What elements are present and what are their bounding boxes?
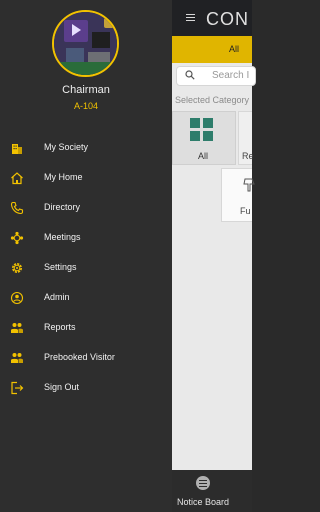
notice-board-label: Notice Board bbox=[177, 497, 230, 507]
search-placeholder: Search I bbox=[212, 70, 250, 81]
category-card-label: Re bbox=[242, 151, 254, 161]
furniture-icon bbox=[243, 178, 255, 192]
sign-out-icon bbox=[11, 381, 24, 395]
phone-icon bbox=[10, 201, 24, 215]
profile-role: Chairman bbox=[62, 84, 110, 96]
menu-item-label: Settings bbox=[44, 262, 77, 272]
category-card-label: All bbox=[198, 151, 209, 161]
grid-icon bbox=[190, 118, 214, 142]
avatar[interactable] bbox=[52, 10, 119, 77]
menu-item-label: Directory bbox=[44, 202, 81, 212]
meetings-icon bbox=[10, 231, 24, 245]
society-icon bbox=[12, 144, 22, 154]
menu-item-meetings[interactable]: Meetings bbox=[0, 223, 172, 253]
menu-item-label: My Home bbox=[44, 172, 83, 182]
tab-all[interactable] bbox=[172, 36, 252, 63]
menu-item-label: Prebooked Visitor bbox=[44, 352, 115, 362]
admin-icon bbox=[10, 291, 24, 305]
menu-item-settings[interactable]: Settings bbox=[0, 253, 172, 283]
menu-item-label: Reports bbox=[44, 322, 76, 332]
menu-item-my-home[interactable]: My Home bbox=[0, 163, 172, 193]
menu-item-reports[interactable]: Reports bbox=[0, 313, 172, 343]
category-card-label: Fu bbox=[240, 206, 251, 216]
menu-item-label: Admin bbox=[44, 292, 70, 302]
tab-all-label: All bbox=[229, 44, 240, 54]
menu-item-prebooked-visitor[interactable]: Prebooked Visitor bbox=[0, 343, 172, 373]
notice-board-icon[interactable] bbox=[196, 476, 210, 490]
navigation-drawer: Chairman A-104 My Society My Home Direct… bbox=[0, 0, 172, 512]
hamburger-menu-icon[interactable] bbox=[186, 14, 195, 22]
selected-category-label: Selected Category bbox=[175, 95, 250, 105]
menu-item-my-society[interactable]: My Society bbox=[0, 133, 172, 163]
search-icon bbox=[185, 70, 195, 80]
menu-item-directory[interactable]: Directory bbox=[0, 193, 172, 223]
app-title: CON bbox=[206, 9, 249, 29]
menu-item-sign-out[interactable]: Sign Out bbox=[0, 373, 172, 403]
gear-icon bbox=[12, 263, 22, 273]
visitor-icon bbox=[11, 353, 23, 363]
menu-item-label: Meetings bbox=[44, 232, 81, 242]
menu-item-admin[interactable]: Admin bbox=[0, 283, 172, 313]
profile-unit: A-104 bbox=[73, 101, 99, 111]
reports-icon bbox=[11, 323, 23, 333]
menu-item-label: Sign Out bbox=[44, 382, 80, 392]
menu-item-label: My Society bbox=[44, 142, 89, 152]
home-icon bbox=[11, 172, 23, 185]
